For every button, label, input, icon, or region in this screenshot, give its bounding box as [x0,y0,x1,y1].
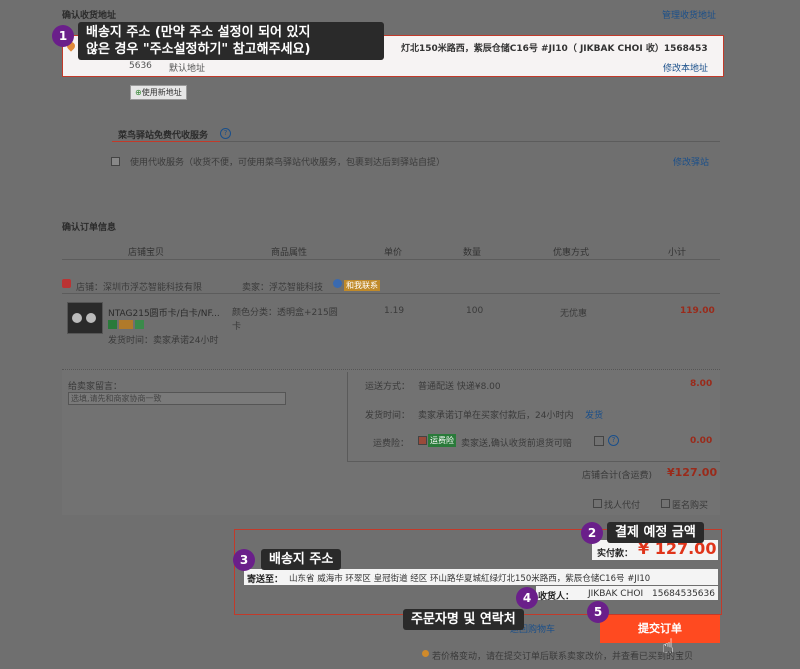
anonymous-checkbox[interactable] [661,499,670,508]
message-placeholder: 选填,请先和商家协商一致 [71,394,162,403]
anonymous-label: 匿名购买 [672,501,709,511]
footer-note: 若价格变动，请在提交订单后联系卖家改价，并查看已买到的宝贝 [432,652,694,662]
col-header-price: 单价 [384,248,403,258]
store-total-divider [347,461,720,462]
message-label: 给卖家留言： [68,382,123,392]
card-icon [119,320,133,329]
submit-order-label: 提交订单 [638,622,682,635]
col-header-subtotal: 小计 [668,248,687,258]
quantity: 100 [466,306,484,316]
shipto-label: 寄送至： [247,575,284,585]
recipient-label: 收货人： [538,592,575,602]
proxy-pay-label: 找人代付 [604,501,641,511]
insurance-label: 运费险： [373,439,410,449]
col-header-discount: 优惠方式 [553,248,590,258]
col-header-qty: 数量 [463,248,482,258]
order-section-title: 确认订单信息 [62,223,117,233]
insurance-fee: 0.00 [690,436,713,446]
footer-warning-icon [422,650,429,657]
store-total-value: ¥127.00 [667,466,718,479]
default-address-label: 默认地址 [169,64,206,74]
paid-label: 实付款： [597,549,634,559]
insurance-text: 卖家送,确认收货前退货可赔 [461,439,572,449]
submit-order-button[interactable]: 提交订单 [600,615,720,643]
address-section-title: 确认收货地址 [62,11,117,21]
item-subtotal: 119.00 [680,306,715,316]
insurance-help-icon[interactable]: ? [608,435,619,446]
shipto-value: 山东省 威海市 环翠区 皇冠街道 经区 环山路华夏城紅绿灯北150米路西，紫辰仓… [289,574,651,584]
cainiao-checkbox-label: 使用代收服务（收货不便，可使用菜鸟驿站代收服务，包裹到达后到驿站自提） [130,158,446,168]
contact-badge[interactable]: 和我联系 [344,280,380,291]
callout-4-number: 4 [516,587,538,609]
recipient-name: JIKBAK CHOI [588,589,644,599]
callout-1-line1: 배송지 주소 (만약 주소 설정이 되어 있지 [86,25,311,40]
shipping-value[interactable]: 普通配送 快递¥8.00 [418,379,501,392]
thumb-disc-icon [86,313,96,323]
cainiao-checkbox[interactable] [111,157,120,166]
discount: 无优惠 [560,309,588,319]
shop-label[interactable]: 店铺：深圳市浮芯智能科技有限 [76,280,202,293]
callout-2-number: 2 [581,522,603,544]
cainiao-underline [112,141,220,142]
product-thumbnail[interactable] [67,302,103,334]
product-attribute: 颜色分类：透明盒+215圆卡 [232,308,338,332]
col-header-attr: 商品属性 [271,248,308,258]
ship-time-value: 卖家承诺订单在买家付款后，24小时内 [418,411,574,421]
shipping-fee: 8.00 [690,379,713,389]
seller-label[interactable]: 卖家：浮芯智能科技 [242,280,323,293]
cainiao-divider [220,141,720,142]
shipping-label: 运送方式： [365,382,411,392]
callout-3-text: 배송지 주소 [261,549,342,570]
use-new-address-label: 使用新地址 [141,88,182,97]
extra-column-divider [347,372,348,462]
shop-icon [62,279,71,288]
callout-1-line2: 않은 경우 "주소설정하기" 참고해주세요) [86,42,311,57]
guarantee-icon [135,320,144,329]
store-total-label: 店铺合计(含运费) [582,471,653,481]
proxy-pay-checkbox[interactable] [593,499,602,508]
callout-3-number: 3 [233,549,255,571]
product-name[interactable]: NTAG215圆币卡/白卡/NF... [108,306,220,319]
ship-time-link[interactable]: 发货 [585,408,603,421]
insurance-toggle[interactable] [594,436,604,446]
ship-time-label: 发货时间： [365,411,411,421]
recipient-phone: 15684535636 [652,589,715,599]
manage-address-link[interactable]: 管理收货地址 [662,8,716,21]
help-icon[interactable]: ? [220,128,231,139]
address-phone-tail: 5636 [129,61,152,71]
unit-price: 1.19 [384,306,405,316]
seven-day-icon [108,320,117,329]
callout-2-text: 결제 예정 금액 [607,522,704,543]
chat-icon[interactable] [333,279,342,288]
cainiao-title: 菜鸟驿站免费代收服务 [118,131,209,141]
callout-1-text: 배송지 주소 (만약 주소 설정이 되어 있지 않은 경우 "주소설정하기" 참… [78,22,384,60]
header-divider [62,259,720,260]
product-ship-time: 发货时间：卖家承诺24小时 [108,336,219,346]
insurance-checkbox[interactable] [418,436,427,445]
callout-5-number: 5 [587,601,609,623]
callout-4-text: 주문자명 및 연락처 [403,609,524,630]
modify-station-link[interactable]: 修改驿站 [673,155,709,168]
shop-divider [62,293,720,294]
callout-1-number: 1 [52,25,74,47]
thumb-disc-icon [72,313,82,323]
message-input[interactable]: 选填,请先和商家协商一致 [68,392,286,405]
address-text: 灯北150米路西，紫辰仓储C16号 #JI10（ JIKBAK CHOI 收）1… [401,44,708,54]
service-icons [108,320,144,332]
use-new-address-button[interactable]: ⊕使用新地址 [130,85,187,100]
col-header-item: 店铺宝贝 [128,248,165,258]
insurance-badge: 运费险 [428,434,456,447]
modify-address-link[interactable]: 修改本地址 [663,61,708,74]
plus-icon: ⊕ [135,88,142,97]
